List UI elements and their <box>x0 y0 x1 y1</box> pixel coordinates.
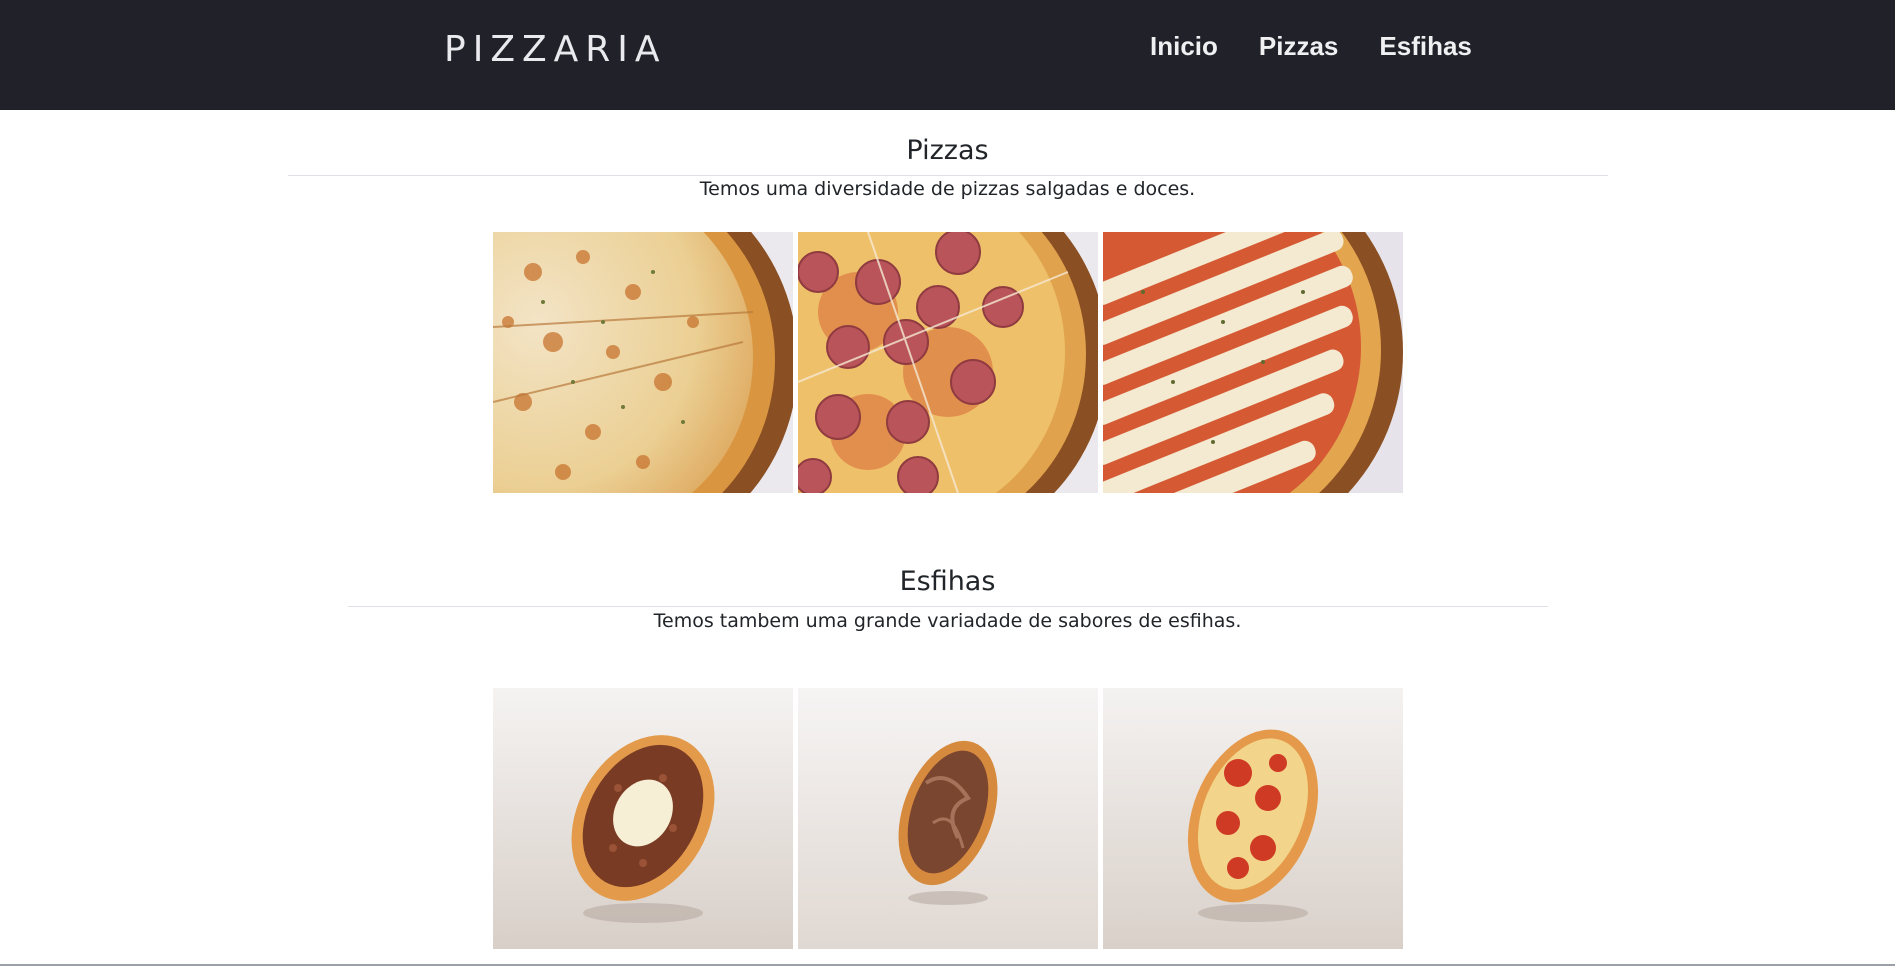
nav-menu: Inicio Pizzas Esfihas <box>1150 26 1513 66</box>
nav-link-esfihas[interactable]: Esfihas <box>1379 26 1472 66</box>
nav-link-inicio[interactable]: Inicio <box>1150 26 1218 66</box>
pizzas-gallery <box>493 232 1403 493</box>
pizza-frango-bacon-image <box>493 232 793 493</box>
esfihas-gallery <box>493 688 1403 949</box>
pizzas-title: Pizzas <box>906 135 989 166</box>
pizza-calabresa-image <box>798 232 1098 493</box>
esfiha-tomate-image <box>1103 688 1403 949</box>
esfiha-chocolate-image <box>798 688 1098 949</box>
esfihas-title: Esfihas <box>899 566 996 597</box>
pizzas-description: Temos uma diversidade de pizzas salgadas… <box>699 178 1196 200</box>
esfihas-divider <box>348 606 1548 607</box>
pizza-mussarela-image <box>1103 232 1403 493</box>
nav-link-pizzas[interactable]: Pizzas <box>1259 26 1339 66</box>
brand-logo[interactable]: PIZZARIA <box>444 28 667 72</box>
esfiha-carne-queijo-image <box>493 688 793 949</box>
navbar: PIZZARIA Inicio Pizzas Esfihas <box>0 0 1895 110</box>
esfihas-description: Temos tambem uma grande variadade de sab… <box>653 610 1242 632</box>
